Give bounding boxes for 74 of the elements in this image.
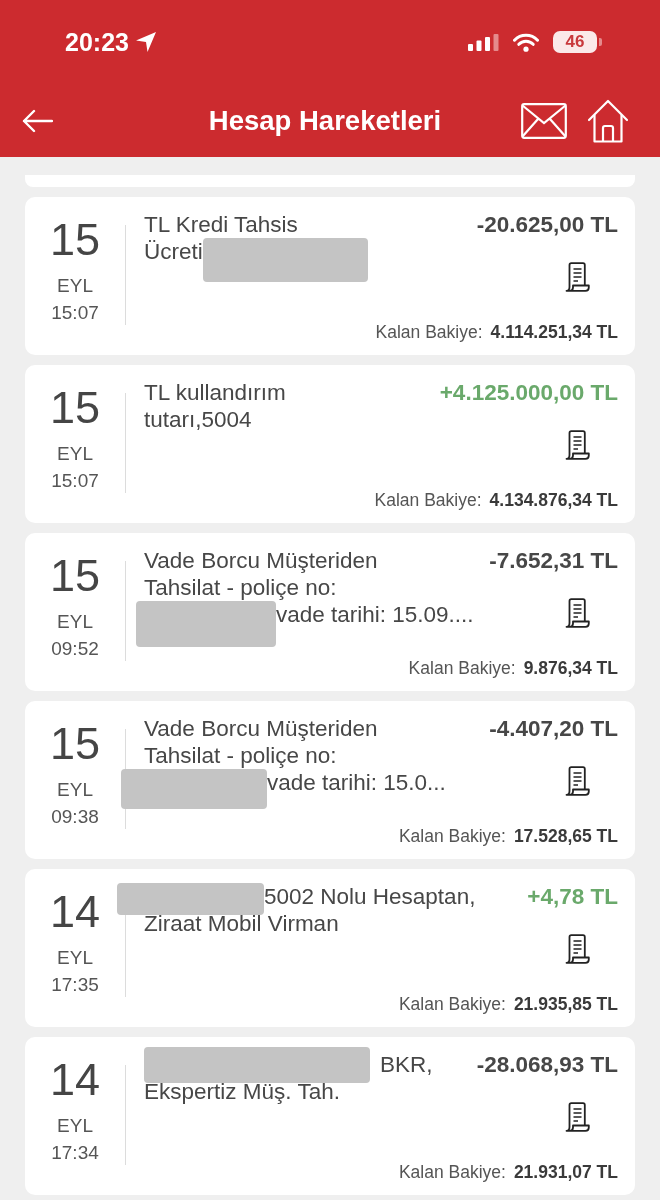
description-text: Tahsilat - poliçe no: (144, 575, 337, 600)
month-label: EYL (57, 1114, 93, 1138)
day-number: 15 (49, 216, 101, 264)
balance-label: Kalan Bakiye: (398, 825, 506, 847)
receipt-icon[interactable] (563, 430, 590, 460)
time-label: 09:52 (51, 637, 99, 661)
description-text: TL kullandırım (144, 380, 286, 405)
day-number: 15 (49, 552, 101, 600)
month-label: EYL (57, 274, 93, 298)
description-text: vade tarihi: 15.0... (267, 770, 446, 795)
status-time: 20:23 (65, 27, 129, 57)
receipt-icon[interactable] (563, 262, 590, 292)
month-label: EYL (57, 946, 93, 970)
day-number: 14 (49, 888, 101, 936)
balance-label: Kalan Bakiye: (374, 489, 482, 511)
day-number: 15 (49, 720, 101, 768)
back-button[interactable] (21, 108, 53, 133)
balance-value: 4.114.251,34 TL (490, 321, 618, 343)
day-number: 14 (49, 1056, 101, 1104)
time-label: 17:35 (51, 973, 99, 997)
page-title: Hesap Hareketleri (208, 104, 442, 137)
description-text: vade tarihi: 15.09.... (276, 602, 474, 627)
amount-text: -28.068,93 TL (476, 1051, 618, 1078)
balance-value: 17.528,65 TL (513, 825, 618, 847)
receipt-icon[interactable] (563, 1102, 590, 1132)
description-text: Ücreti (144, 239, 203, 264)
amount-text: +4,78 TL (527, 883, 618, 910)
amount-text: +4.125.000,00 TL (439, 379, 618, 406)
description-text: Tahsilat - poliçe no: (144, 743, 337, 768)
balance-value: 21.931,07 TL (513, 1161, 618, 1183)
time-label: 17:34 (51, 1141, 99, 1165)
description-text: 5002 Nolu Hesaptan, (264, 884, 476, 909)
amount-text: -20.625,00 TL (476, 211, 618, 238)
mail-button[interactable] (521, 102, 567, 139)
time-label: 15:07 (51, 469, 99, 493)
transaction-card[interactable]: 14 EYL 17:35 5002 Nolu Hesaptan, Ziraat Mobil Virman +4,78 TL Kalan Bakiye: 21.935,85 TL (25, 869, 635, 1027)
balance-label: Kalan Bakiye: (398, 1161, 506, 1183)
signal-icon (468, 33, 499, 51)
balance-value: 21.935,85 TL (513, 993, 618, 1015)
location-arrow-icon (135, 32, 156, 52)
amount-text: -7.652,31 TL (489, 547, 618, 574)
envelope-icon (521, 102, 567, 139)
transaction-card[interactable]: 15 EYL 09:38 Vade Borcu Müşteriden Tahsilat - poliçe no: vade tarihi: 15.0... -4.407,20 TL Kalan Bakiye: 17.528,65 TL (25, 701, 635, 859)
description-text: Vade Borcu Müşteriden (144, 548, 378, 573)
receipt-icon[interactable] (563, 598, 590, 628)
day-number: 15 (49, 384, 101, 432)
time-label: 15:07 (51, 301, 99, 325)
transaction-card[interactable]: 15 EYL 09:52 Vade Borcu Müşteriden Tahsilat - poliçe no: vade tarihi: 15.09.... -7.652,31 TL Kalan Bakiye: 9.876,34 TL (25, 533, 635, 691)
amount-text: -4.407,20 TL (489, 715, 618, 742)
receipt-icon[interactable] (563, 934, 590, 964)
month-label: EYL (57, 610, 93, 634)
receipt-icon[interactable] (563, 766, 590, 796)
balance-value: 9.876,34 TL (523, 657, 618, 679)
description-text: TL Kredi Tahsis (144, 212, 298, 237)
description-text: tutarı,5004 (144, 407, 252, 432)
month-label: EYL (57, 442, 93, 466)
wifi-icon (513, 32, 539, 52)
balance-label: Kalan Bakiye: (398, 993, 506, 1015)
description-text: Ziraat Mobil Virman (144, 911, 339, 936)
home-icon (587, 98, 629, 143)
balance-label: Kalan Bakiye: (408, 657, 516, 679)
battery-indicator: 46 (553, 31, 602, 53)
transaction-card[interactable]: 15 EYL 15:07 TL kullandırım tutarı,5004 +4.125.000,00 TL Kalan Bakiye: 4.134.876,34 TL (25, 365, 635, 523)
balance-label: Kalan Bakiye: (375, 321, 483, 343)
description-text: BKR, (380, 1052, 433, 1077)
month-label: EYL (57, 778, 93, 802)
description-text: Vade Borcu Müşteriden (144, 716, 378, 741)
balance-value: 4.134.876,34 TL (489, 489, 618, 511)
time-label: 09:38 (51, 805, 99, 829)
back-arrow-icon (21, 108, 53, 133)
description-text: Ekspertiz Müş. Tah. (144, 1079, 340, 1104)
transaction-card[interactable]: 15 EYL 15:07 TL Kredi Tahsis Ücreti -20.625,00 TL Kalan Bakiye: 4.114.251,34 TL (25, 197, 635, 355)
transaction-card[interactable]: 14 EYL 17:34 BKR, Ekspertiz Müş. Tah. -28.068,93 TL Kalan Bakiye: 21.931,07 TL (25, 1037, 635, 1195)
home-button[interactable] (587, 98, 629, 143)
